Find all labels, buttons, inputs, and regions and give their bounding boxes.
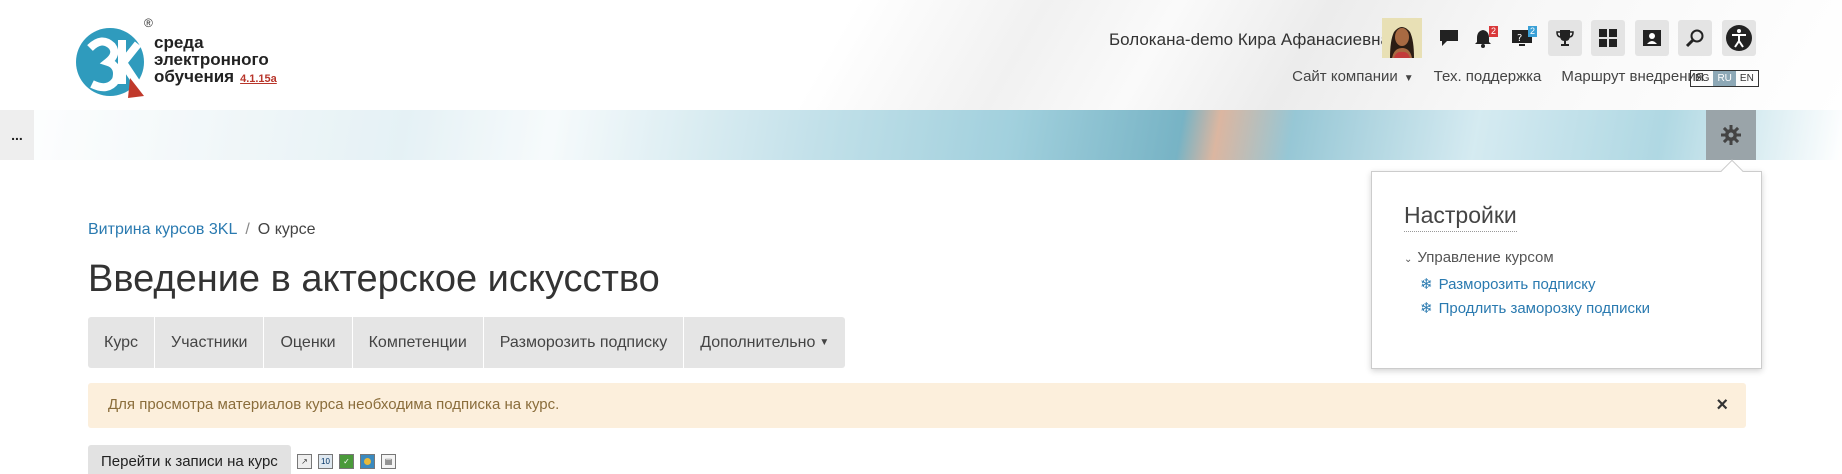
trophy-icon [1556,30,1574,46]
help-badge: 2 [1527,26,1537,37]
id-card-icon [1643,30,1661,46]
lang-ru[interactable]: RU [1713,71,1736,86]
settings-title: Настройки [1404,202,1517,232]
extend-freeze-label: Продлить заморозку подписки [1438,300,1650,317]
tab-unfreeze-subscription[interactable]: Разморозить подписку [483,317,685,368]
go-to-enrollment-button[interactable]: Перейти к записи на курс [88,445,291,474]
chevron-down-icon: ⌄ [1404,254,1413,265]
tab-more[interactable]: Дополнительно ▼ [684,317,846,368]
top-links: Сайт компании ▼ Тех. поддержка Маршрут вн… [1292,68,1704,85]
enrollment-method-icons: ↗ 10 ✓ ▤ [297,454,396,469]
page-header: ® среда электронного обучения 4.1.15a Бол… [0,0,1842,110]
logo-line-3-text: обучения [154,67,235,86]
dashboard-button[interactable] [1591,20,1625,56]
implementation-route-link[interactable]: Маршрут внедрения [1561,68,1704,85]
chevron-down-icon: ▼ [819,337,830,348]
logo-3k-icon [76,28,144,98]
breadcrumb: Витрина курсов 3KL / О курсе [88,221,315,239]
svg-text:?: ? [1517,33,1522,44]
coin-icon[interactable] [360,454,375,469]
snowflake-icon: ❄ [1420,300,1433,317]
logo-line-3: обучения 4.1.15a [154,68,277,88]
user-avatar[interactable] [1382,18,1422,58]
logo-version: 4.1.15a [240,73,277,85]
chevron-down-icon: ▼ [1403,73,1414,84]
settings-gear-button[interactable] [1706,110,1756,160]
subscription-alert: Для просмотра материалов курса необходим… [88,383,1746,428]
lang-bg[interactable]: BG [1691,71,1713,86]
chat-icon [1440,30,1458,46]
help-button[interactable]: ? 2 [1505,20,1539,56]
tech-support-link[interactable]: Тех. поддержка [1434,68,1542,85]
tab-competencies[interactable]: Компетенции [352,317,484,368]
check-shield-icon[interactable]: ✓ [339,454,354,469]
tab-more-label: Дополнительно [700,333,816,351]
company-site-label: Сайт компании [1292,68,1398,85]
settings-popover: Настройки ⌄ Управление курсом ❄ Разморозит… [1371,171,1762,369]
accessibility-button[interactable] [1722,20,1756,56]
gear-icon [1721,125,1741,145]
drawer-toggle-button[interactable]: ... [0,110,34,160]
snowflake-icon: ❄ [1420,276,1433,293]
extend-freeze-link[interactable]: ❄ Продлить заморозку подписки [1420,299,1650,317]
alert-close-button[interactable]: × [1716,394,1728,417]
site-logo[interactable]: ® среда электронного обучения 4.1.15a [72,16,292,102]
company-site-link[interactable]: Сайт компании ▼ [1292,68,1414,85]
logo-text: среда электронного обучения 4.1.15a [154,34,277,88]
lang-en[interactable]: EN [1736,71,1758,86]
breadcrumb-current: О курсе [257,221,316,238]
logo-line-1: среда [154,33,204,52]
external-link-icon[interactable]: ↗ [297,454,312,469]
logo-line-2: электронного [154,50,269,69]
header-banner [0,110,1842,160]
unfreeze-subscription-label: Разморозить подписку [1438,276,1596,293]
ten-icon[interactable]: 10 [318,454,333,469]
logo-registered: ® [144,16,153,30]
achievements-button[interactable] [1548,20,1582,56]
notifications-badge: 2 [1488,26,1498,37]
user-name[interactable]: Болокана-demo Кира Афанасиевна [1109,30,1390,50]
page-title: Введение в актерское искусство [88,258,660,300]
messages-button[interactable] [1432,20,1466,56]
breadcrumb-separator: / [245,221,250,238]
document-icon[interactable]: ▤ [381,454,396,469]
banner-overlay [0,110,1842,160]
tab-course[interactable]: Курс [88,317,156,368]
search-icon [1685,29,1704,48]
unfreeze-subscription-link[interactable]: ❄ Разморозить подписку [1420,275,1596,293]
tab-grades[interactable]: Оценки [264,317,353,368]
avatar-image-icon [1382,18,1422,58]
search-button[interactable] [1678,20,1712,56]
course-management-toggle[interactable]: ⌄ Управление курсом [1404,249,1554,266]
language-switcher: BG RU EN [1690,70,1759,87]
profile-card-button[interactable] [1635,20,1669,56]
breadcrumb-root-link[interactable]: Витрина курсов 3KL [88,221,237,238]
accessibility-icon [1726,25,1752,51]
tab-participants[interactable]: Участники [155,317,265,368]
dashboard-icon [1599,29,1617,47]
course-nav-tabs: Курс Участники Оценки Компетенции Размор… [88,317,846,368]
course-management-label: Управление курсом [1417,249,1554,266]
alert-message: Для просмотра материалов курса необходим… [108,396,560,413]
notifications-button[interactable]: 2 [1466,20,1500,56]
